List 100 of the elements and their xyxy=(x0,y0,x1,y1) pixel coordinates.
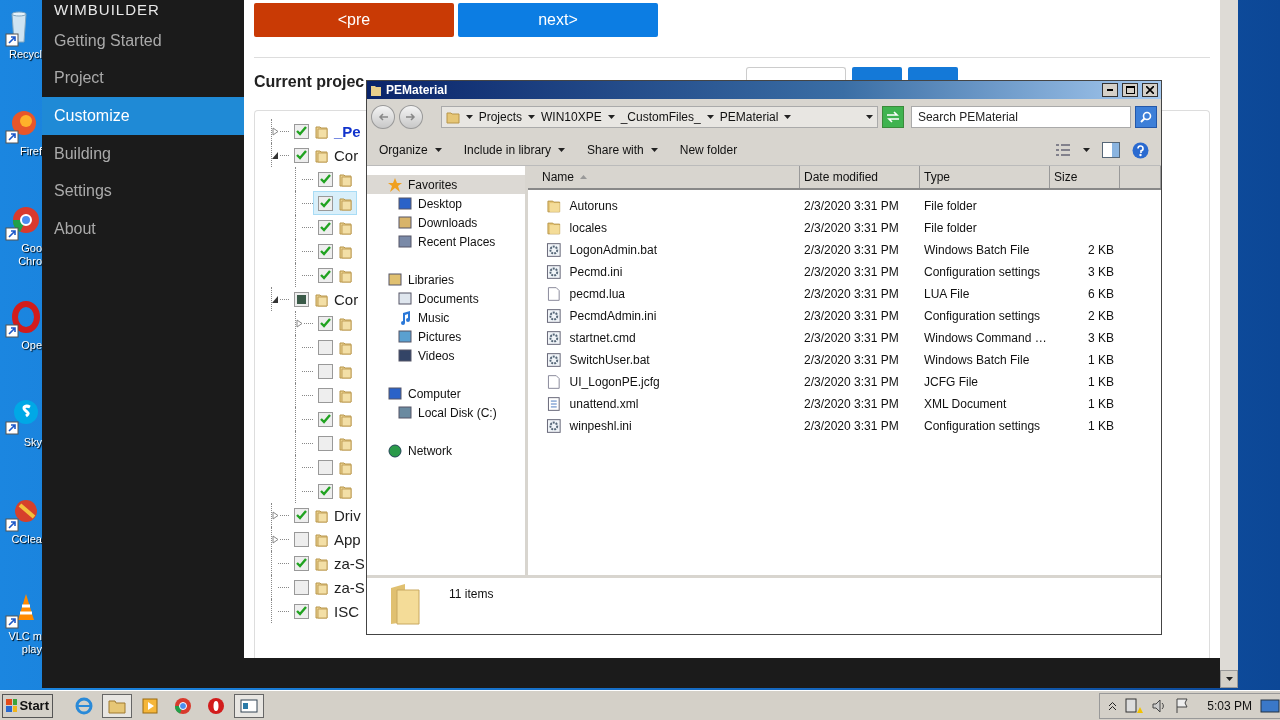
toolbar-button[interactable]: New folder xyxy=(679,143,738,157)
expand-arrow-icon[interactable] xyxy=(296,318,303,328)
scroll-down-icon[interactable] xyxy=(1225,677,1233,681)
maximize-button[interactable] xyxy=(1122,83,1138,97)
network-warning-icon[interactable] xyxy=(1125,697,1144,714)
show-desktop-icon[interactable] xyxy=(1260,697,1280,714)
breadcrumb[interactable]: WIN10XPE xyxy=(541,110,602,124)
tree-item[interactable]: ISC xyxy=(289,599,364,623)
navigation-item[interactable]: Downloads xyxy=(367,213,525,232)
next-button[interactable]: next> xyxy=(458,3,658,37)
column-header[interactable]: Size xyxy=(1050,166,1120,188)
forward-button[interactable] xyxy=(398,105,423,129)
tree-item[interactable]: Cor xyxy=(289,143,364,167)
checkbox[interactable] xyxy=(294,579,309,595)
checkbox[interactable] xyxy=(294,555,309,571)
tree-item[interactable]: Driv xyxy=(289,503,366,527)
minimize-button[interactable] xyxy=(1102,83,1118,97)
checkbox[interactable] xyxy=(318,459,333,475)
navigation-item[interactable]: Videos xyxy=(367,346,525,365)
previous-button[interactable]: <pre xyxy=(254,3,454,37)
sidebar-item[interactable]: Project xyxy=(42,59,244,98)
checkbox[interactable] xyxy=(318,387,333,403)
checkbox[interactable] xyxy=(294,147,309,163)
start-button[interactable]: Start xyxy=(2,693,53,718)
navigation-item[interactable]: Local Disk (C:) xyxy=(367,403,525,422)
toolbar-button[interactable]: Include in library xyxy=(463,143,566,157)
collapse-arrow-icon[interactable] xyxy=(272,150,279,160)
scrollbar[interactable] xyxy=(1220,0,1238,688)
sidebar-item[interactable]: Customize xyxy=(42,97,244,135)
breadcrumb[interactable]: Projects xyxy=(478,110,522,124)
checkbox[interactable] xyxy=(318,339,333,355)
checkbox[interactable] xyxy=(318,267,333,283)
navigation-item[interactable]: Music xyxy=(367,308,525,327)
file-name[interactable]: Autoruns xyxy=(565,199,800,213)
column-header[interactable]: Name xyxy=(528,166,800,188)
navigation-item[interactable]: Network xyxy=(367,441,525,460)
breadcrumb[interactable]: PEMaterial xyxy=(719,110,779,124)
checkbox[interactable] xyxy=(318,315,333,331)
checkbox[interactable] xyxy=(318,435,333,451)
file-name[interactable]: LogonAdmin.bat xyxy=(565,243,800,257)
file-name[interactable]: startnet.cmd xyxy=(565,331,800,345)
file-name[interactable]: unattend.xml xyxy=(565,397,800,411)
file-name[interactable]: PecmdAdmin.ini xyxy=(565,309,800,323)
help-icon[interactable] xyxy=(1132,141,1149,159)
back-button[interactable] xyxy=(371,105,395,129)
breadcrumb[interactable]: _CustomFiles_ xyxy=(620,110,701,124)
sidebar-item[interactable]: Getting Started xyxy=(42,22,244,60)
checkbox[interactable] xyxy=(318,243,333,259)
expand-arrow-icon[interactable] xyxy=(272,534,279,544)
checkbox[interactable] xyxy=(294,507,309,523)
expand-arrow-icon[interactable] xyxy=(272,126,279,136)
tree-item[interactable] xyxy=(313,191,357,215)
checkbox[interactable] xyxy=(318,363,333,379)
toolbar-button[interactable]: Organize xyxy=(379,143,442,157)
file-name[interactable]: SwitchUser.bat xyxy=(565,353,800,367)
checkbox[interactable] xyxy=(294,291,309,307)
taskbar-button[interactable] xyxy=(234,693,264,718)
checkbox[interactable] xyxy=(318,483,333,499)
navigation-item[interactable]: Libraries xyxy=(367,270,525,289)
file-name[interactable]: winpeshl.ini xyxy=(565,419,800,433)
navigation-item[interactable]: Desktop xyxy=(367,194,525,213)
chevron-up-icon[interactable] xyxy=(1108,700,1118,711)
sidebar-item[interactable]: Building xyxy=(42,134,244,173)
column-header[interactable]: Type xyxy=(920,166,1050,188)
tree-item[interactable]: Cor xyxy=(289,287,364,311)
column-header[interactable]: Date modified xyxy=(800,166,920,188)
refresh-button[interactable] xyxy=(882,106,904,128)
checkbox[interactable] xyxy=(294,531,309,547)
clock[interactable]: 5:03 PM xyxy=(1207,698,1252,713)
close-button[interactable] xyxy=(1142,83,1158,97)
file-name[interactable]: locales xyxy=(565,221,800,235)
tree-item[interactable]: _Pe xyxy=(289,119,366,143)
navigation-item[interactable]: Computer xyxy=(367,384,525,403)
preview-pane-icon[interactable] xyxy=(1102,142,1120,158)
navigation-item[interactable]: Recent Places xyxy=(367,232,525,251)
checkbox[interactable] xyxy=(294,603,309,619)
search-field[interactable]: Search PEMaterial xyxy=(910,106,1132,128)
file-name[interactable]: UI_LogonPE.jcfg xyxy=(565,375,800,389)
flag-icon[interactable] xyxy=(1175,697,1190,714)
collapse-arrow-icon[interactable] xyxy=(272,294,279,304)
checkbox[interactable] xyxy=(318,411,333,427)
checkbox[interactable] xyxy=(318,195,333,211)
navigation-item[interactable]: Favorites xyxy=(367,175,525,194)
view-list-icon[interactable] xyxy=(1055,143,1071,157)
navigation-item[interactable]: Pictures xyxy=(367,327,525,346)
toolbar-button[interactable]: Share with xyxy=(587,143,658,157)
tree-item[interactable]: za-S xyxy=(289,551,370,575)
expand-arrow-icon[interactable] xyxy=(272,510,279,520)
navigation-item[interactable]: Documents xyxy=(367,289,525,308)
sidebar-item[interactable]: About xyxy=(42,209,244,248)
checkbox[interactable] xyxy=(318,171,333,187)
file-name[interactable]: Pecmd.ini xyxy=(565,265,800,279)
search-button[interactable] xyxy=(1135,106,1157,128)
address-bar[interactable]: Projects WIN10XPE _CustomFiles_ PEMaterial xyxy=(440,106,879,128)
taskbar-button[interactable] xyxy=(102,693,132,718)
checkbox[interactable] xyxy=(294,123,309,139)
tree-item[interactable]: za-S xyxy=(289,575,370,599)
checkbox[interactable] xyxy=(318,219,333,235)
tree-item[interactable]: App xyxy=(289,527,366,551)
file-name[interactable]: pecmd.lua xyxy=(565,287,800,301)
